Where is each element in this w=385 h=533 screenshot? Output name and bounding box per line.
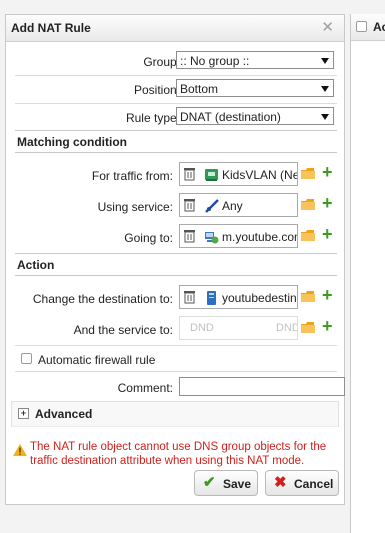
group-select[interactable]: :: No group :: [176, 51, 334, 69]
comment-row: Comment: [15, 377, 345, 399]
background-panel: Ac [350, 14, 385, 533]
divider [15, 130, 337, 131]
automatic-firewall-checkbox[interactable] [21, 353, 32, 364]
divider [15, 75, 337, 76]
traffic-from-row: For traffic from: KidsVLAN (Ne + [15, 162, 337, 187]
add-icon[interactable]: + [322, 194, 333, 212]
trash-icon[interactable] [184, 290, 195, 304]
and-service-field[interactable]: DND DND [179, 316, 298, 340]
divider [15, 253, 337, 254]
dialog-titlebar: Add NAT Rule ✕ [6, 15, 344, 42]
dialog-title: Add NAT Rule [11, 21, 91, 35]
service-any-icon [205, 199, 219, 213]
group-label: Group: [143, 55, 180, 69]
divider [15, 152, 337, 153]
using-service-value: Any [222, 199, 243, 213]
folder-icon[interactable] [301, 322, 315, 333]
group-row: Group: :: No group :: [15, 51, 337, 73]
going-to-row: Going to: m.youtube.com + [15, 224, 337, 249]
add-nat-rule-dialog: Add NAT Rule ✕ Group: :: No group :: Pos… [5, 14, 345, 505]
comment-input[interactable] [179, 377, 345, 396]
going-to-label: Going to: [124, 231, 173, 245]
warning-text: The NAT rule object cannot use DNS group… [30, 441, 327, 467]
add-icon[interactable]: + [322, 225, 333, 243]
trash-icon[interactable] [184, 229, 195, 243]
traffic-from-label: For traffic from: [91, 169, 173, 183]
add-icon[interactable]: + [322, 317, 333, 335]
action-heading: Action [17, 258, 55, 272]
background-panel-header: Ac [351, 14, 385, 41]
change-destination-value: youtubedestin [222, 291, 297, 305]
and-service-placeholder-left: DND [190, 322, 214, 334]
and-service-label: And the service to: [73, 323, 173, 337]
rule-type-select[interactable]: DNAT (destination) [176, 107, 334, 125]
network-icon [205, 169, 218, 181]
using-service-row: Using service: Any + [15, 193, 337, 218]
position-select-value: Bottom [180, 82, 219, 96]
rule-type-select-value: DNAT (destination) [180, 110, 281, 124]
group-select-value: :: No group :: [180, 54, 250, 68]
and-service-row: And the service to: DND DND + [15, 316, 337, 341]
add-icon[interactable]: + [322, 163, 333, 181]
expand-icon: + [18, 408, 29, 419]
position-select[interactable]: Bottom [176, 79, 334, 97]
save-button-label: Save [223, 477, 252, 491]
chevron-down-icon [321, 114, 329, 120]
using-service-field[interactable]: Any [179, 193, 298, 217]
divider [15, 103, 337, 104]
and-service-placeholder-right: DND [276, 322, 298, 334]
trash-icon[interactable] [184, 167, 195, 181]
rule-type-row: Rule type: DNAT (destination) [15, 107, 337, 129]
divider [15, 371, 337, 372]
going-to-field[interactable]: m.youtube.com [179, 224, 298, 248]
add-icon[interactable]: + [322, 286, 333, 304]
matching-condition-heading: Matching condition [17, 135, 127, 149]
close-icon[interactable]: ✕ [321, 18, 334, 36]
cancel-button[interactable]: ✖ Cancel [265, 470, 339, 496]
cross-icon: ✖ [274, 474, 287, 491]
going-to-value: m.youtube.com [222, 230, 298, 244]
trash-icon[interactable] [184, 198, 195, 212]
traffic-from-value: KidsVLAN (Ne [222, 168, 298, 182]
position-row: Position: Bottom [15, 79, 337, 101]
change-destination-field[interactable]: youtubedestin [179, 285, 298, 309]
automatic-firewall-label: Automatic firewall rule [38, 353, 156, 367]
folder-icon[interactable] [301, 291, 315, 302]
host-icon [207, 291, 216, 305]
position-label: Position: [133, 83, 180, 97]
warning-icon [13, 444, 27, 456]
traffic-from-field[interactable]: KidsVLAN (Ne [179, 162, 298, 186]
using-service-label: Using service: [97, 200, 173, 214]
dns-host-icon [205, 232, 219, 244]
chevron-down-icon [321, 86, 329, 92]
cancel-button-label: Cancel [294, 477, 334, 491]
folder-icon[interactable] [301, 230, 315, 241]
background-panel-title: Ac [373, 20, 385, 34]
divider [15, 275, 337, 276]
comment-label: Comment: [117, 381, 173, 395]
advanced-label: Advanced [35, 407, 93, 421]
divider [15, 345, 337, 346]
advanced-section-toggle[interactable]: + Advanced [11, 401, 339, 427]
save-button[interactable]: ✔ Save [194, 470, 258, 496]
checkmark-icon: ✔ [203, 474, 216, 491]
folder-icon[interactable] [301, 199, 315, 210]
rule-type-label: Rule type: [125, 111, 180, 125]
chevron-down-icon [321, 58, 329, 64]
folder-icon[interactable] [301, 168, 315, 179]
select-all-checkbox[interactable] [356, 21, 367, 32]
change-destination-row: Change the destination to: youtubedestin… [15, 285, 337, 310]
change-destination-label: Change the destination to: [32, 292, 173, 306]
